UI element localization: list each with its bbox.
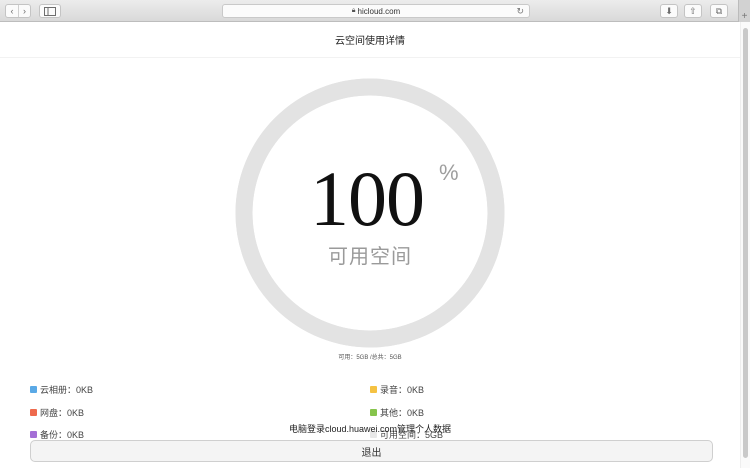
new-tab-button[interactable]: + <box>738 0 750 22</box>
share-icon: ⇧ <box>689 5 697 16</box>
capacity-summary: 可用：5GB /总共：5GB <box>338 355 402 361</box>
address-text: hicloud.com <box>357 6 401 16</box>
available-space-label: 可用空间 <box>328 246 412 268</box>
legend-item-other: 其他：0KB <box>370 406 424 419</box>
tabs-button[interactable]: ⧉ <box>710 4 728 18</box>
legend-label: 云相册：0KB <box>40 385 94 395</box>
legend-item-photos: 云相册：0KB <box>30 383 93 396</box>
scrollbar-thumb[interactable] <box>743 28 748 458</box>
download-button[interactable]: ⬇ <box>660 4 678 18</box>
legend-label: 网盘：0KB <box>40 408 85 418</box>
plus-icon: + <box>741 11 748 22</box>
reload-icon[interactable]: ↻ <box>516 6 524 17</box>
legend-swatch <box>370 409 377 416</box>
exit-button[interactable]: 退出 <box>30 440 713 462</box>
legend-swatch <box>30 409 37 416</box>
browser-toolbar: ‹ › 🔒︎ hicloud.com ↻ ⬇ ⇧ ⧉ + <box>0 0 750 22</box>
exit-button-label: 退出 <box>361 447 382 459</box>
percent-sign: % <box>439 160 459 185</box>
footer-note: 电脑登录cloud.huawei.com管理个人数据 <box>288 424 452 434</box>
forward-icon[interactable]: › <box>18 5 30 17</box>
download-icon: ⬇ <box>665 5 673 16</box>
scrollbar[interactable] <box>740 22 750 468</box>
sidebar-icon <box>44 6 56 16</box>
legend-item-recordings: 录音：0KB <box>370 383 424 396</box>
available-percent: 100 <box>310 155 425 242</box>
share-button[interactable]: ⇧ <box>684 4 702 18</box>
legend-swatch <box>370 386 377 393</box>
page-title: 云空间使用详情 <box>335 36 405 47</box>
legend-label: 录音：0KB <box>380 385 425 395</box>
sidebar-toggle-button[interactable] <box>39 4 61 18</box>
address-bar[interactable]: 🔒︎ hicloud.com ↻ <box>222 4 530 18</box>
nav-buttons: ‹ › <box>5 4 31 18</box>
back-icon[interactable]: ‹ <box>6 5 18 17</box>
legend-item-drive: 网盘：0KB <box>30 406 84 419</box>
title-divider <box>0 57 740 58</box>
legend-label: 其他：0KB <box>380 408 425 418</box>
usage-ring: 100 % 可用空间 <box>235 78 505 348</box>
tabs-icon: ⧉ <box>715 5 723 16</box>
lock-icon: 🔒︎ <box>351 7 356 14</box>
legend-swatch <box>30 386 37 393</box>
